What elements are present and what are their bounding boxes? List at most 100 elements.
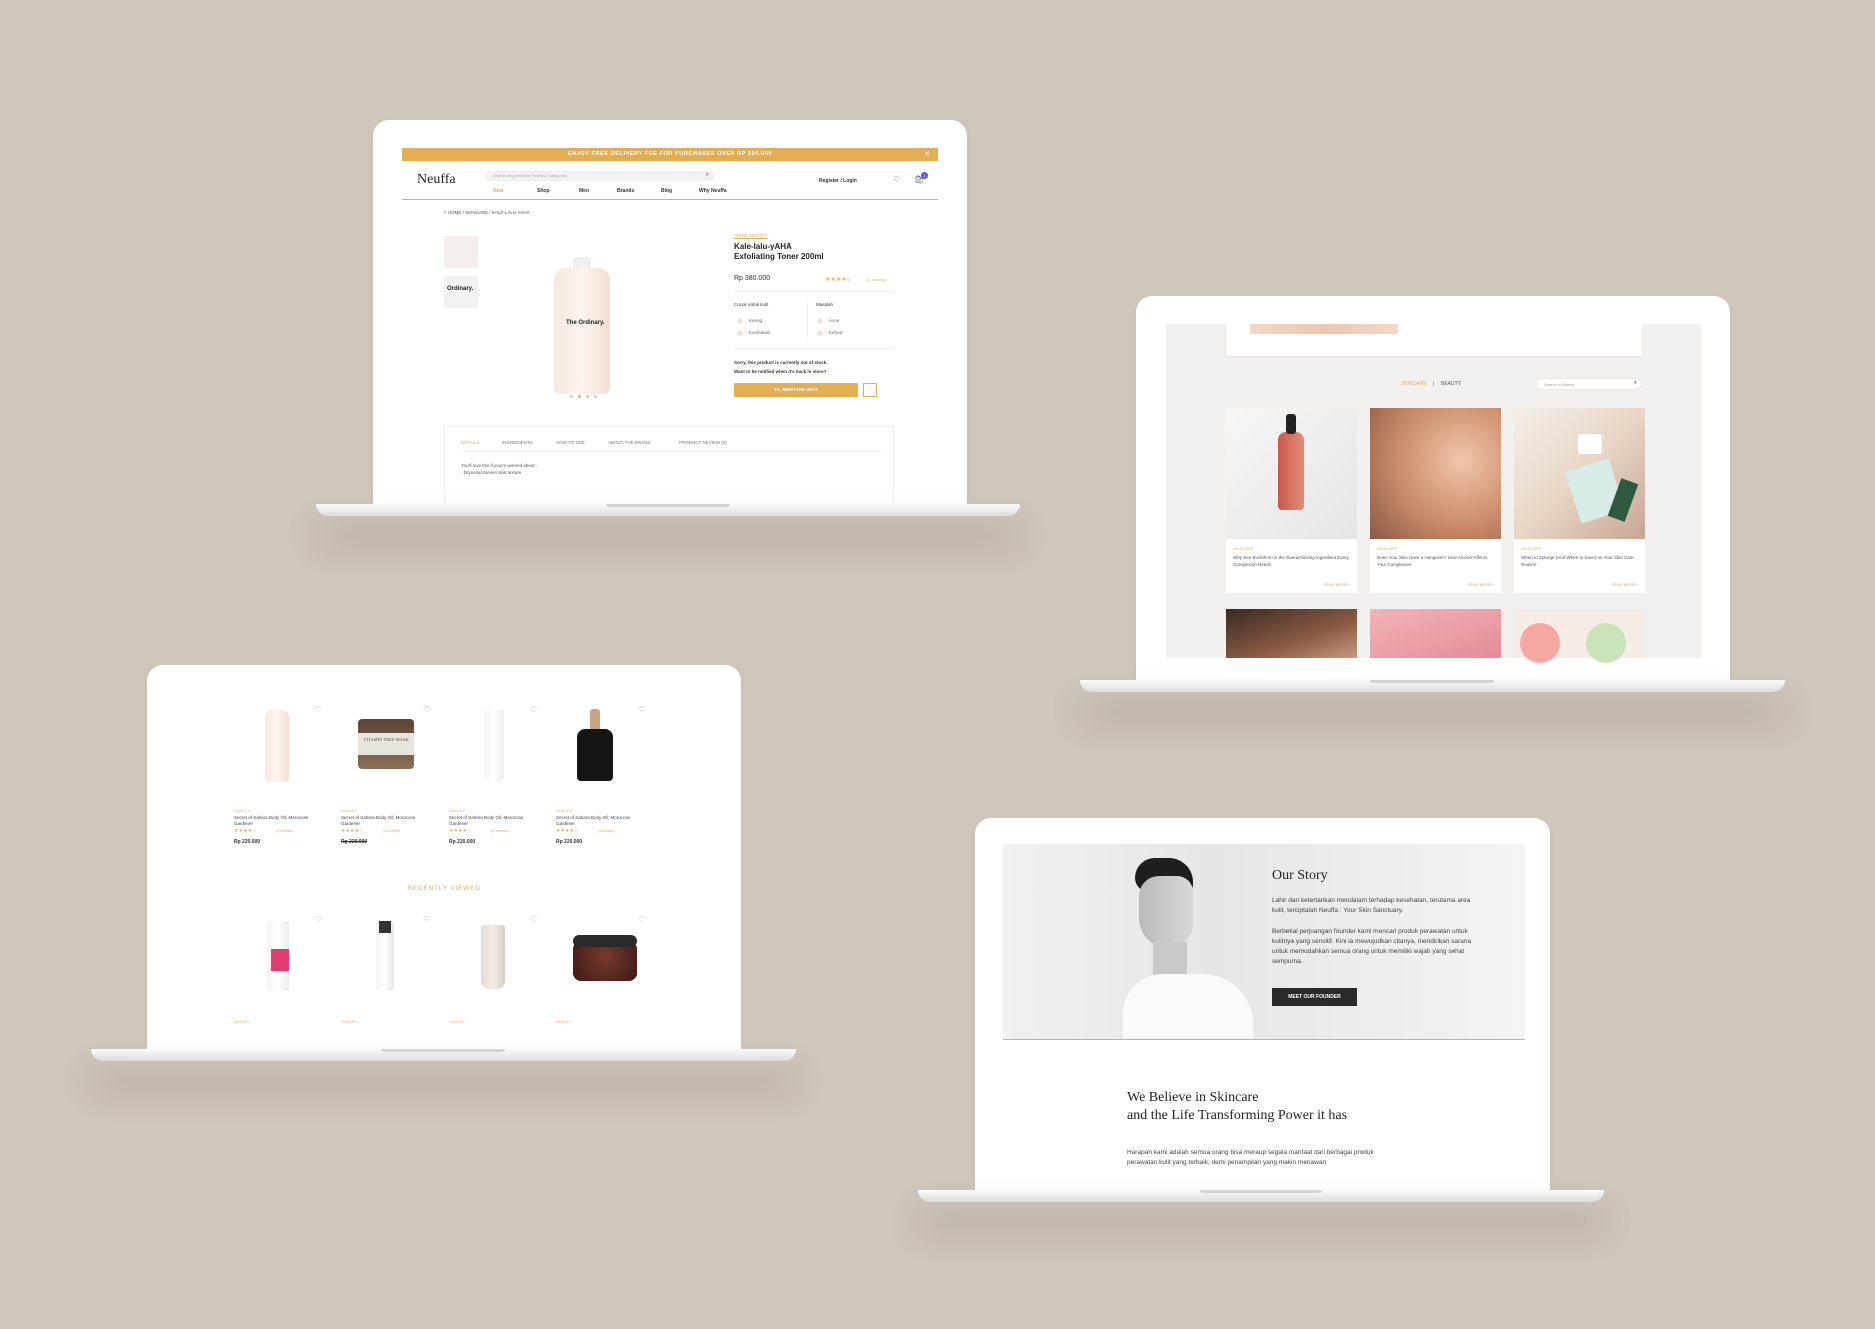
- story-tag: SKINCARE: [1521, 546, 1542, 551]
- problem-2: Kerput: [829, 330, 843, 335]
- wishlist-heart-icon[interactable]: ♡: [315, 915, 323, 924]
- mask-label: VITAMIN TREE MASK: [363, 737, 409, 742]
- detail-line-2: - Dryness/Uneven skin texture: [461, 470, 522, 475]
- product-card-1[interactable]: HUXLEY Secret of Sahara Body Oil; Morocc…: [234, 808, 324, 848]
- believe-heading-line2: and the Life Transforming Power it has: [1127, 1108, 1348, 1123]
- recently-viewed-heading: RECENTLY VIEWED: [407, 885, 481, 892]
- story-card-1[interactable]: SKINCARE Why Sea Buckthorn is the Overac…: [1226, 408, 1357, 593]
- hero-image-remnant: [1226, 324, 1642, 356]
- wishlist-heart-icon[interactable]: ♡: [638, 705, 646, 714]
- product-image-mask-jar[interactable]: VITAMIN TREE MASK: [358, 719, 414, 769]
- story-card-3[interactable]: SKINCARE When to Splurge (And When to Sa…: [1514, 408, 1645, 593]
- meet-founder-button[interactable]: MEET OUR FOUNDER: [1272, 988, 1357, 1006]
- breadcrumb[interactable]: < HOME / SKINCARE / KALE-LALU-YAHA: [444, 210, 530, 215]
- story-title[interactable]: When to Splurge (And When to Save) on Yo…: [1521, 554, 1639, 568]
- story-card-2[interactable]: SKINCARE Does Your Skin Have a Hangover?…: [1370, 408, 1501, 593]
- tab-how-to-use[interactable]: HOW TO USE: [556, 440, 585, 445]
- tab-about-brand[interactable]: ABOUT THE BRAND: [608, 440, 651, 445]
- product-card-4[interactable]: HUXLEY Secret of Sahara Body Oil; Morocc…: [556, 808, 646, 848]
- recent-product-image-1[interactable]: [267, 921, 289, 991]
- logo[interactable]: Neuffa: [417, 172, 456, 188]
- product-card-3[interactable]: HUXLEY Secret of Sahara Body Oil; Morocc…: [449, 808, 539, 848]
- carousel-dots[interactable]: [563, 395, 603, 399]
- story-tag: SKINCARE: [1233, 546, 1254, 551]
- wishlist-heart-icon[interactable]: ♡: [423, 915, 431, 924]
- nav-brands[interactable]: Brands: [617, 188, 634, 194]
- nav-blog[interactable]: Blog: [661, 188, 672, 194]
- laptop-product-listing: VITAMIN TREE MASK ♡ ♡ ♡ ♡ HUXLEY Secret …: [91, 665, 796, 1065]
- stories-search-input[interactable]: Search in Stories ⌕: [1536, 378, 1642, 390]
- product-name: Secret of Sahara Body Oil; Moroccan Gard…: [341, 815, 416, 826]
- wishlist-heart-icon[interactable]: ♡: [530, 705, 538, 714]
- search-icon[interactable]: ⌕: [1634, 380, 1637, 387]
- rating-stars: ★★★★☆: [825, 277, 852, 283]
- story-image-glowing-skin: [1370, 408, 1501, 539]
- product-name: Secret of Sahara Body Oil; Moroccan Gard…: [449, 815, 524, 826]
- bottle-body: The Ordinary.: [554, 268, 610, 394]
- search-icon[interactable]: ⌕: [706, 172, 709, 179]
- story-title[interactable]: Why Sea Buckthorn is the Overachieving I…: [1233, 554, 1351, 568]
- search-input[interactable]: Search any products / brands / categorie…: [485, 171, 715, 181]
- tab-ingredients[interactable]: INGREDIENTS: [502, 440, 533, 445]
- story-image-skincare-flatlay: [1514, 408, 1645, 539]
- our-story-paragraph-2: Berbekal perjuangan founder kami mencari…: [1272, 928, 1472, 965]
- tab-product-review[interactable]: PRODUCT REVIEW (0): [679, 440, 727, 445]
- wishlist-icon[interactable]: ♡: [893, 175, 900, 184]
- wishlist-heart-icon[interactable]: ♡: [423, 705, 431, 714]
- founder-portrait: [1103, 858, 1253, 1039]
- product-image-toner[interactable]: [265, 710, 289, 782]
- problem-icon-2: [817, 330, 823, 336]
- recent-brand: HUXLEY: [341, 1019, 358, 1024]
- skin-icon-1: [737, 318, 743, 324]
- product-brand: HUXLEY: [341, 808, 358, 813]
- recent-product-image-3[interactable]: [481, 925, 505, 989]
- read-more-link[interactable]: READ MORE>: [1467, 582, 1494, 587]
- skin-icon-2: [737, 330, 743, 336]
- product-price: Rp 220.000: [449, 839, 476, 845]
- product-price: Rp 220.000: [556, 839, 583, 845]
- promo-banner-text: ENJOY FREE DELIVERY FEE FOR PURCHASES OV…: [567, 151, 773, 157]
- stock-divider: [734, 348, 894, 349]
- product-title-line2: Exfoliating Toner 200ml: [734, 252, 824, 261]
- brand-link[interactable]: ARNIE BEAUTY: [734, 233, 767, 238]
- detail-line-1: You'll love this if you're worried about…: [461, 463, 539, 468]
- category-separator: |: [1433, 381, 1435, 387]
- nav-men[interactable]: Men: [579, 188, 589, 194]
- product-image-serum[interactable]: [577, 709, 613, 781]
- category-beauty[interactable]: BEAUTY: [1441, 381, 1461, 387]
- product-card-2[interactable]: HUXLEY Secret of Sahara Body Oil; Morocc…: [341, 808, 431, 848]
- story-card-5-image[interactable]: [1370, 609, 1501, 658]
- read-more-link[interactable]: READ MORE>: [1323, 582, 1350, 587]
- nav-why-neuffa[interactable]: Why Neuffa: [699, 188, 727, 194]
- tab-details[interactable]: DETAILS: [461, 440, 479, 445]
- search-placeholder: Search any products / brands / categorie…: [493, 173, 568, 178]
- register-login-link[interactable]: Register / Login: [819, 178, 857, 184]
- product-image-tube[interactable]: [484, 710, 504, 782]
- recent-brand: HUXLEY: [234, 1019, 251, 1024]
- recent-product-image-4[interactable]: [573, 935, 637, 981]
- read-more-link[interactable]: READ MORE>: [1611, 582, 1638, 587]
- stories-page-screen: SKINCARE | BEAUTY Search in Stories ⌕ SK…: [1136, 296, 1730, 682]
- story-title[interactable]: Does Your Skin Have a Hangover? How Alco…: [1377, 554, 1495, 568]
- story-card-6-image[interactable]: [1514, 609, 1645, 663]
- story-image-oil-bottle: [1226, 408, 1357, 539]
- cart-badge: 1: [921, 172, 928, 179]
- laptop-stories-page: SKINCARE | BEAUTY Search in Stories ⌕ SK…: [1080, 296, 1785, 696]
- wishlist-heart-icon[interactable]: ♡: [530, 915, 538, 924]
- out-of-stock-message: Sorry, this product is currently out of …: [734, 360, 828, 365]
- product-details-panel: DETAILS INGREDIENTS HOW TO USE ABOUT THE…: [444, 426, 894, 506]
- review-count[interactable]: (4 reviews): [867, 277, 887, 282]
- nav-new[interactable]: New: [493, 188, 503, 194]
- wishlist-heart-icon[interactable]: ♡: [315, 705, 323, 714]
- wishlist-button[interactable]: ♡: [863, 383, 877, 397]
- thumbnail-1[interactable]: [444, 236, 478, 268]
- wishlist-heart-icon[interactable]: ♡: [638, 915, 646, 924]
- close-icon[interactable]: ✕: [924, 150, 930, 158]
- recent-product-image-2[interactable]: [376, 921, 394, 991]
- category-skincare[interactable]: SKINCARE: [1401, 381, 1427, 387]
- story-card-4-image[interactable]: [1226, 609, 1357, 658]
- thumbnail-2[interactable]: Ordinary.: [444, 276, 478, 308]
- nav-shop[interactable]: Shop: [537, 188, 550, 194]
- laptop-notch: [606, 504, 730, 507]
- notify-me-button[interactable]: YA, BERITAHU SAYA: [734, 383, 858, 397]
